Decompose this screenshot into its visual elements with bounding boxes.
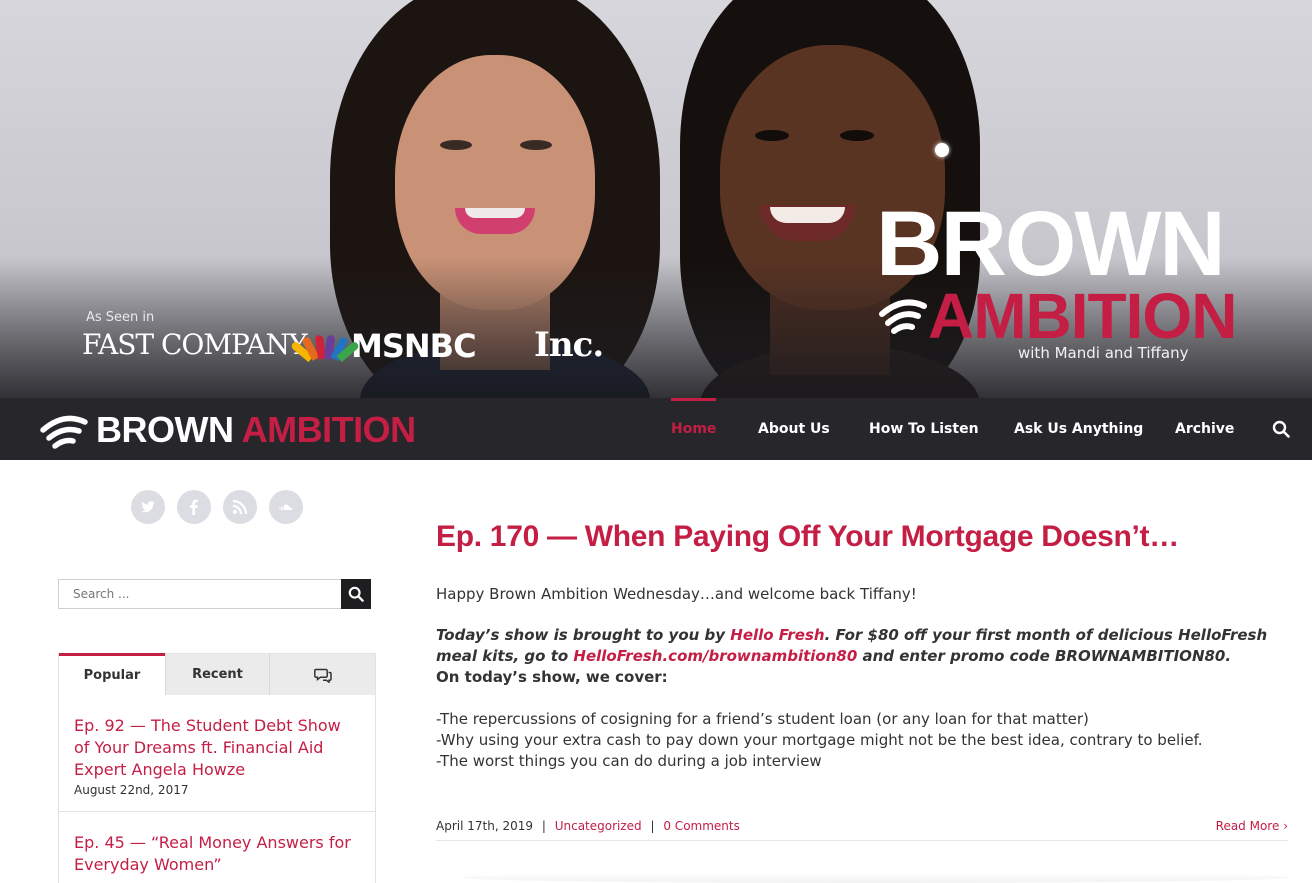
sidebar-search: [58, 579, 371, 609]
msnbc-wordmark: MSNBC: [351, 327, 477, 365]
wifi-logo-icon: [40, 415, 88, 449]
sponsor-text: and enter promo code BROWNAMBITION80.: [857, 647, 1232, 665]
brand-name-white: BROWN: [96, 409, 234, 450]
popular-post-date: August 22nd, 2017: [74, 783, 189, 797]
post-card-shadow: [460, 872, 1290, 883]
nbc-peacock-icon: [290, 333, 360, 363]
rss-link[interactable]: [223, 490, 257, 524]
show-title-ambition: AMBITION: [928, 280, 1237, 352]
popular-post: Ep. 45 — “Real Money Answers for Everyda…: [59, 812, 375, 883]
read-more-link[interactable]: Read More ›: [1216, 819, 1288, 833]
host-mandi-eye: [440, 140, 472, 150]
twitter-link[interactable]: [131, 490, 165, 524]
read-more-label: Read More: [1215, 819, 1280, 833]
tab-recent[interactable]: Recent: [165, 653, 269, 695]
host-mandi-teeth: [465, 208, 525, 218]
site-logo-text: BROWN AMBITION: [96, 409, 416, 451]
nav-how-to-listen[interactable]: How To Listen: [869, 398, 979, 460]
popular-post-link[interactable]: Ep. 92 — The Student Debt Show of Your D…: [74, 715, 361, 781]
brand-name-red: AMBITION: [241, 409, 416, 450]
msnbc-logo: MSNBC: [290, 327, 477, 365]
topic-item: -Why using your extra cash to pay down y…: [436, 731, 1203, 749]
twitter-icon: [141, 501, 155, 513]
meta-separator: |: [541, 819, 546, 833]
social-links: [131, 490, 303, 524]
tab-bar: Popular Recent: [59, 653, 375, 695]
as-seen-in-label: As Seen in: [86, 310, 155, 325]
chevron-right-icon: ›: [1283, 819, 1288, 833]
post-meta: April 17th, 2019 | Uncategorized | 0 Com…: [436, 814, 1288, 841]
nav-home[interactable]: Home: [671, 398, 717, 460]
host-tiffany-eye: [840, 130, 874, 141]
soundcloud-link[interactable]: [269, 490, 303, 524]
topic-item: -The worst things you can do during a jo…: [436, 752, 822, 770]
host-tiffany-teeth: [770, 207, 845, 223]
soundcloud-icon: [279, 504, 292, 511]
post-intro: Happy Brown Ambition Wednesday…and welco…: [436, 585, 917, 603]
main-navbar: BROWN AMBITION Home About Us How To List…: [0, 398, 1312, 460]
rss-icon: [232, 499, 248, 515]
tab-popular[interactable]: Popular: [59, 653, 165, 695]
sidebar-tabs-widget: Popular Recent Ep. 92 — The Student Debt…: [58, 653, 376, 883]
topics-list: -The repercussions of cosigning for a fr…: [436, 709, 1203, 772]
search-icon: [348, 586, 364, 602]
search-icon[interactable]: [1272, 420, 1290, 438]
inc-logo: Inc.: [534, 325, 604, 365]
post-category-link[interactable]: Uncategorized: [555, 819, 642, 833]
post-title[interactable]: Ep. 170 — When Paying Off Your Mortgage …: [436, 520, 1288, 554]
post-comments-link[interactable]: 0 Comments: [663, 819, 740, 833]
tab-comments[interactable]: [269, 653, 375, 695]
sponsor-message: Today’s show is brought to you by Hello …: [436, 625, 1276, 667]
wifi-icon: [879, 299, 927, 334]
nav-archive[interactable]: Archive: [1175, 398, 1234, 460]
fast-company-logo: FAST COMPANY: [82, 328, 307, 361]
hello-fresh-link[interactable]: Hello Fresh: [730, 626, 824, 644]
earring: [935, 143, 949, 157]
host-mandi-eye: [520, 140, 552, 150]
post-date: April 17th, 2019: [436, 819, 533, 833]
popular-post-link[interactable]: Ep. 45 — “Real Money Answers for Everyda…: [74, 832, 361, 876]
comments-icon: [313, 668, 332, 683]
popular-post: Ep. 92 — The Student Debt Show of Your D…: [59, 695, 375, 812]
search-input[interactable]: [59, 580, 342, 608]
search-submit-button[interactable]: [341, 579, 371, 609]
site-logo[interactable]: BROWN AMBITION: [40, 405, 416, 455]
host-tiffany-eye: [755, 130, 789, 141]
topic-item: -The repercussions of cosigning for a fr…: [436, 710, 1089, 728]
promo-url-link[interactable]: HelloFresh.com/brownambition80: [573, 647, 857, 665]
sponsor-text: Today’s show is brought to you by: [436, 626, 731, 644]
meta-separator: |: [650, 819, 655, 833]
topics-heading: On today’s show, we cover:: [436, 668, 668, 686]
post-meta-info: April 17th, 2019 | Uncategorized | 0 Com…: [436, 819, 740, 833]
hero-banner: As Seen in FAST COMPANY MSNBC Inc. BROWN…: [0, 0, 1312, 398]
facebook-icon: [190, 499, 198, 515]
nav-about-us[interactable]: About Us: [758, 398, 830, 460]
blog-post: Ep. 170 — When Paying Off Your Mortgage …: [436, 520, 1288, 770]
facebook-link[interactable]: [177, 490, 211, 524]
nav-ask-us-anything[interactable]: Ask Us Anything: [1014, 398, 1143, 460]
show-title-brown: BROWN: [876, 193, 1226, 295]
show-tagline: with Mandi and Tiffany: [1018, 344, 1189, 362]
